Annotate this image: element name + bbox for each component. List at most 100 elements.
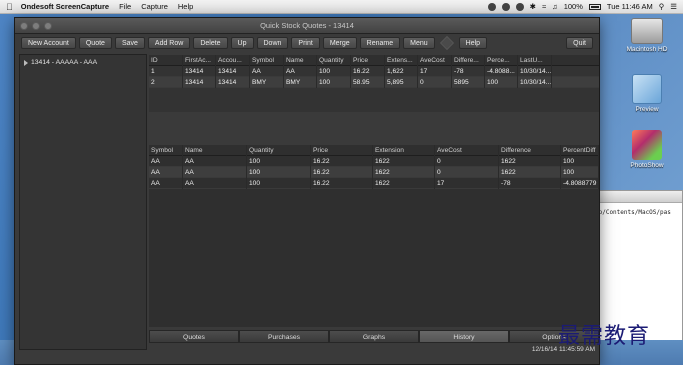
app-menu-name[interactable]: Ondesoft ScreenCapture	[21, 2, 109, 11]
column-header[interactable]: Symbol	[250, 54, 284, 66]
table-row[interactable]: 2 13414 13414 BMY BMY 100 58.95 5,895 0 …	[149, 76, 599, 88]
table-cell[interactable]: 100	[485, 76, 518, 88]
new-account-button[interactable]: New Account	[21, 37, 76, 49]
print-button[interactable]: Print	[291, 37, 320, 49]
battery-icon[interactable]	[588, 3, 601, 10]
table-cell[interactable]: 100	[561, 166, 599, 178]
table-cell[interactable]: 100	[247, 166, 311, 178]
table-cell[interactable]: 16.22	[311, 166, 373, 178]
help-button[interactable]: Help	[458, 37, 488, 49]
clock[interactable]: Tue 11:46 AM	[607, 2, 653, 11]
table-cell[interactable]: AA	[250, 65, 284, 77]
table-cell[interactable]: 5895	[452, 76, 485, 88]
table-cell[interactable]: 1622	[499, 166, 561, 178]
time-machine-icon[interactable]	[515, 2, 524, 11]
desktop-icon-preview[interactable]: Preview	[617, 74, 677, 113]
apple-icon[interactable]: 	[6, 2, 13, 12]
up-button[interactable]: Up	[230, 37, 254, 49]
table-cell[interactable]: 16.22	[311, 177, 373, 189]
quick-stock-quotes-window[interactable]: Quick Stock Quotes - 13414 New Account Q…	[14, 17, 600, 365]
table-cell[interactable]: AA	[149, 177, 183, 189]
column-header[interactable]: Difference	[499, 144, 561, 156]
volume-icon[interactable]: ♫	[552, 2, 558, 11]
tab-history[interactable]: History	[419, 330, 509, 343]
table-cell[interactable]: 10/30/14...	[518, 65, 552, 77]
desktop-icon-photoshow[interactable]: PhotoShow	[617, 130, 677, 169]
table-cell[interactable]: -4.8088...	[485, 65, 518, 77]
table-cell[interactable]: 1	[149, 65, 183, 77]
add-row-button[interactable]: Add Row	[147, 37, 191, 49]
table-cell[interactable]: 13414	[216, 65, 250, 77]
table-cell[interactable]: 100	[247, 177, 311, 189]
disclosure-triangle-icon[interactable]	[24, 59, 28, 66]
column-header[interactable]: Quantity	[247, 144, 311, 156]
tab-quotes[interactable]: Quotes	[149, 330, 239, 343]
tab-graphs[interactable]: Graphs	[329, 330, 419, 343]
holdings-table[interactable]: ID FirstAc... Accou... Symbol Name Quant…	[149, 54, 599, 112]
table-cell[interactable]: 2	[149, 76, 183, 88]
table-cell[interactable]: 13414	[183, 76, 216, 88]
tree-item-account[interactable]: 13414 - AAAAA - AAA	[24, 59, 142, 66]
table-cell[interactable]: 1,622	[385, 65, 418, 77]
table-cell[interactable]: 0	[435, 155, 499, 167]
menu-button[interactable]: Menu	[403, 37, 435, 49]
table-cell[interactable]: 1622	[373, 166, 435, 178]
table-cell[interactable]: 17	[418, 65, 452, 77]
quit-button[interactable]: Quit	[566, 37, 593, 49]
table-cell[interactable]: BMY	[284, 76, 317, 88]
table-cell[interactable]: AA	[183, 166, 247, 178]
table-cell[interactable]: 13414	[183, 65, 216, 77]
column-header[interactable]: Perce...	[485, 54, 518, 66]
background-window-titlebar[interactable]	[591, 191, 682, 203]
save-button[interactable]: Save	[114, 37, 145, 49]
sync-icon[interactable]	[501, 2, 510, 11]
column-header[interactable]: FirstAc...	[183, 54, 216, 66]
column-header[interactable]: Differe...	[452, 54, 485, 66]
desktop-icon-macintosh-hd[interactable]: Macintosh HD	[617, 18, 677, 53]
table-cell[interactable]: 100	[561, 155, 599, 167]
table-row[interactable]: AA AA 100 16.22 1622 17 -78 -4.8088779	[149, 177, 599, 189]
table-cell[interactable]: 10/30/14...	[518, 76, 552, 88]
bluetooth-icon[interactable]: ✱	[530, 2, 536, 11]
column-header[interactable]: LastU...	[518, 54, 552, 66]
merge-button[interactable]: Merge	[322, 37, 357, 49]
menu-file[interactable]: File	[119, 2, 131, 11]
column-header[interactable]: Symbol	[149, 144, 183, 156]
table-cell[interactable]: 58.95	[351, 76, 385, 88]
column-header[interactable]: Extension	[373, 144, 435, 156]
account-tree[interactable]: 13414 - AAAAA - AAA	[19, 54, 147, 350]
table-cell[interactable]: AA	[149, 155, 183, 167]
table-cell[interactable]: 13414	[216, 76, 250, 88]
table-cell[interactable]: 5,895	[385, 76, 418, 88]
table-cell[interactable]: 1622	[373, 177, 435, 189]
column-header[interactable]: AveCost	[418, 54, 452, 66]
down-button[interactable]: Down	[256, 37, 289, 49]
column-header[interactable]: Extens...	[385, 54, 418, 66]
record-icon[interactable]	[487, 2, 496, 11]
column-header[interactable]: Accou...	[216, 54, 250, 66]
history-table[interactable]: Symbol Name Quantity Price Extension Ave…	[149, 144, 599, 327]
diamond-icon[interactable]	[439, 35, 454, 51]
spotlight-icon[interactable]: ⚲	[659, 2, 665, 11]
notification-center-icon[interactable]: ☰	[670, 2, 677, 11]
menu-help[interactable]: Help	[178, 2, 193, 11]
column-header[interactable]: ID	[149, 54, 183, 66]
table-row[interactable]: 1 13414 13414 AA AA 100 16.22 1,622 17 -…	[149, 65, 599, 77]
column-header[interactable]: Quantity	[317, 54, 351, 66]
table-cell[interactable]: -78	[499, 177, 561, 189]
tab-purchases[interactable]: Purchases	[239, 330, 329, 343]
table-cell[interactable]: AA	[183, 155, 247, 167]
table-row[interactable]: AA AA 100 16.22 1622 0 1622 100	[149, 155, 599, 167]
table-cell[interactable]: AA	[284, 65, 317, 77]
column-header[interactable]: Name	[284, 54, 317, 66]
column-header[interactable]: Name	[183, 144, 247, 156]
menu-capture[interactable]: Capture	[141, 2, 168, 11]
table-cell[interactable]: -78	[452, 65, 485, 77]
wifi-icon[interactable]: ≈	[542, 2, 546, 11]
column-header[interactable]: Price	[311, 144, 373, 156]
delete-button[interactable]: Delete	[193, 37, 228, 49]
table-cell[interactable]: 1622	[499, 155, 561, 167]
column-header[interactable]: PercentDiff	[561, 144, 599, 156]
table-cell[interactable]: 0	[418, 76, 452, 88]
quote-button[interactable]: Quote	[78, 37, 112, 49]
